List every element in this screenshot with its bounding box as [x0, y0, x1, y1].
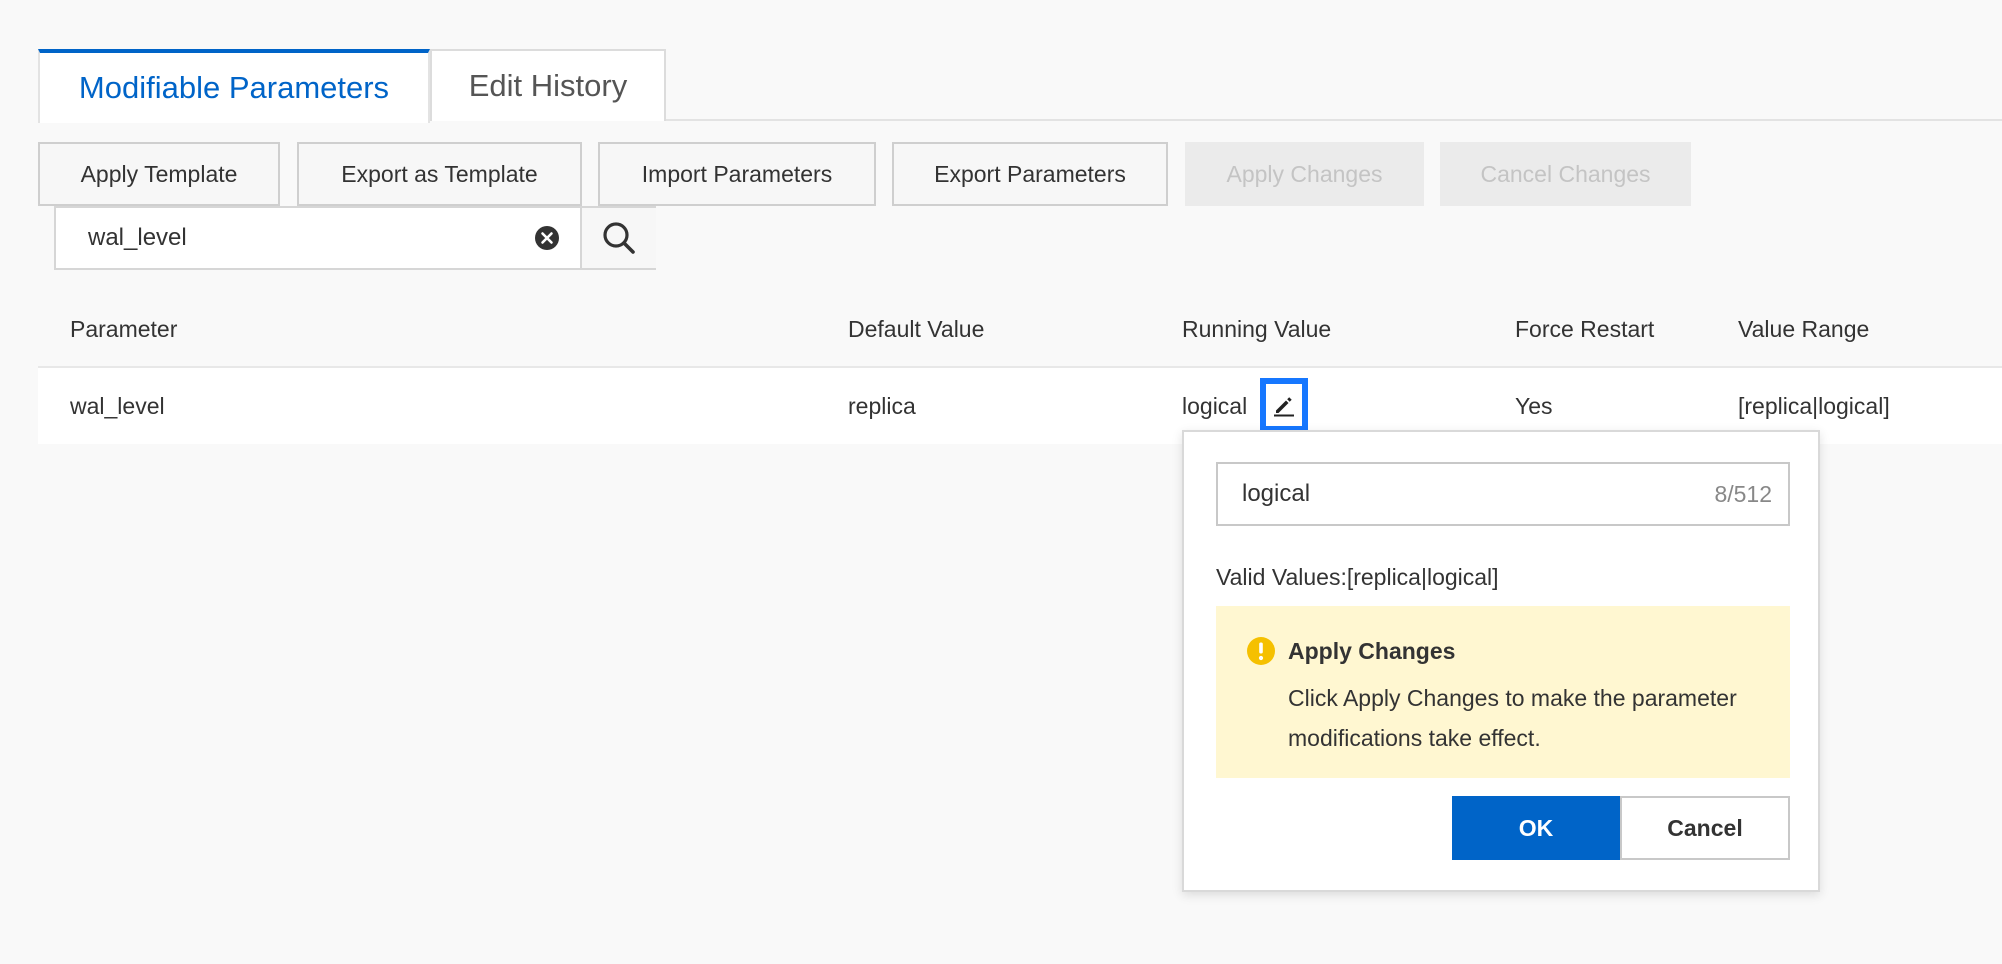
- column-header-parameter: Parameter: [70, 316, 178, 342]
- table-header: Parameter Default Value Running Value Fo…: [38, 292, 2002, 368]
- apply-changes-button[interactable]: Apply Changes: [1185, 142, 1424, 206]
- clear-icon[interactable]: [534, 225, 560, 251]
- column-header-value-range: Value Range: [1738, 316, 1870, 342]
- valid-values-text: Valid Values:[replica|logical]: [1216, 564, 1499, 590]
- cell-running-value: logical: [1182, 393, 1248, 419]
- apply-template-button[interactable]: Apply Template: [38, 142, 280, 206]
- running-value-input[interactable]: [1218, 464, 1658, 524]
- column-header-force-restart: Force Restart: [1515, 316, 1655, 342]
- search-box: [54, 206, 656, 270]
- pencil-icon: [1274, 397, 1294, 417]
- search-icon: [603, 222, 635, 254]
- cancel-button[interactable]: Cancel: [1620, 796, 1790, 860]
- search-button[interactable]: [580, 208, 656, 268]
- edit-running-value-button[interactable]: [1260, 378, 1308, 432]
- ok-button[interactable]: OK: [1452, 796, 1620, 860]
- import-parameters-button[interactable]: Import Parameters: [598, 142, 876, 206]
- value-input-box: 8/512: [1216, 462, 1790, 526]
- alert-title: Apply Changes: [1288, 638, 1456, 664]
- tab-bar: Modifiable Parameters Edit History: [38, 49, 2002, 123]
- tab-edit-history[interactable]: Edit History: [430, 49, 666, 121]
- cell-default-value: replica: [848, 393, 916, 419]
- search-input[interactable]: [56, 208, 526, 268]
- warning-alert: Apply Changes Click Apply Changes to mak…: [1216, 606, 1790, 778]
- cell-force-restart: Yes: [1515, 393, 1553, 419]
- tab-modifiable-parameters[interactable]: Modifiable Parameters: [38, 49, 430, 123]
- warning-icon: [1247, 637, 1275, 665]
- export-as-template-button[interactable]: Export as Template: [297, 142, 582, 206]
- export-parameters-button[interactable]: Export Parameters: [892, 142, 1168, 206]
- character-count: 8/512: [1714, 481, 1772, 507]
- alert-message: Click Apply Changes to make the paramete…: [1288, 685, 1737, 751]
- cancel-changes-button[interactable]: Cancel Changes: [1440, 142, 1691, 206]
- column-header-default-value: Default Value: [848, 316, 985, 342]
- edit-value-popover: 8/512 Valid Values:[replica|logical] App…: [1182, 430, 1820, 892]
- cell-parameter: wal_level: [70, 393, 165, 419]
- cell-value-range: [replica|logical]: [1738, 393, 1890, 419]
- column-header-running-value: Running Value: [1182, 316, 1332, 342]
